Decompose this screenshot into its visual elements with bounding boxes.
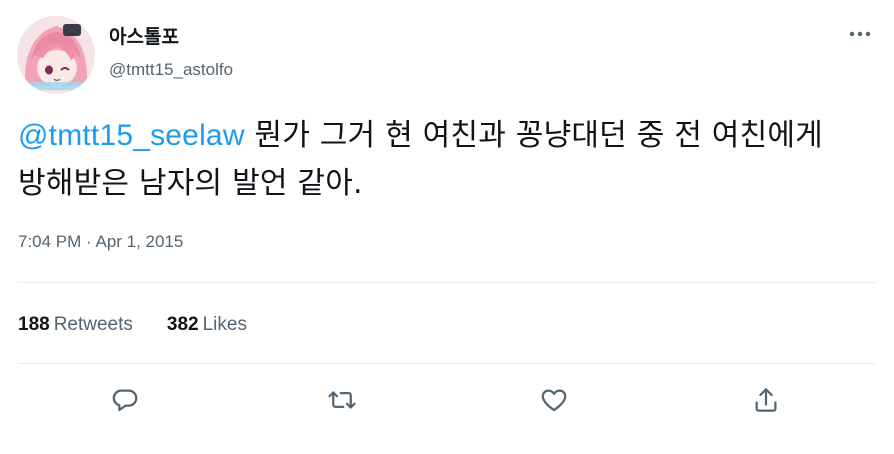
reply-icon bbox=[112, 389, 138, 412]
share-icon bbox=[755, 388, 777, 412]
timestamp[interactable]: 7:04 PM · Apr 1, 2015 bbox=[18, 231, 183, 253]
user-handle[interactable]: @tmtt15_astolfo bbox=[109, 59, 233, 81]
share-button[interactable] bbox=[746, 380, 786, 420]
mention-link[interactable]: @tmtt15_seelaw bbox=[18, 119, 245, 152]
more-button[interactable] bbox=[842, 22, 878, 46]
more-horizontal-icon bbox=[849, 31, 871, 37]
action-bar bbox=[0, 380, 894, 420]
divider bbox=[18, 363, 876, 364]
retweet-button[interactable] bbox=[322, 380, 362, 420]
tweet-text: @tmtt15_seelaw 뭔가 그거 현 여친과 꽁냥대던 중 전 여친에게… bbox=[18, 112, 858, 208]
retweet-icon bbox=[328, 391, 356, 409]
divider bbox=[18, 282, 876, 283]
tweet-card: 아스톨포 @tmtt15_astolfo @tmtt15_seelaw 뭔가 그… bbox=[0, 0, 894, 454]
heart-icon bbox=[541, 389, 567, 412]
retweets-stat[interactable]: 188 Retweets bbox=[18, 313, 133, 337]
reply-button[interactable] bbox=[105, 380, 145, 420]
retweets-label: Retweets bbox=[53, 314, 133, 335]
stats-row: 188 Retweets 382 Likes bbox=[18, 313, 281, 337]
likes-count: 382 bbox=[166, 314, 199, 335]
display-name[interactable]: 아스톨포 bbox=[109, 25, 179, 49]
likes-stat[interactable]: 382 Likes bbox=[167, 313, 247, 337]
avatar[interactable] bbox=[17, 16, 95, 94]
retweets-count: 188 bbox=[18, 314, 50, 335]
avatar-image bbox=[17, 16, 95, 94]
like-button[interactable] bbox=[534, 380, 574, 420]
likes-label: Likes bbox=[202, 314, 247, 335]
